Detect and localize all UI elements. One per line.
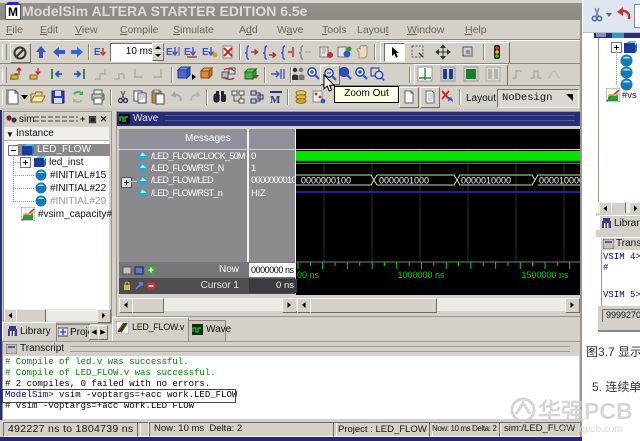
svg-text:E: E (202, 47, 209, 58)
svg-text:1000000 ns: 1000000 ns (397, 270, 445, 280)
svg-text:0000010000: 0000010000 (461, 176, 511, 186)
svg-text:0000000100: 0000000100 (301, 176, 351, 186)
svg-text:华强PCB: 华强PCB (538, 398, 633, 424)
svg-text:1500000 ns: 1500000 ns (521, 270, 569, 280)
svg-text:0000001000: 0000001000 (379, 176, 429, 186)
svg-text:E: E (166, 47, 173, 58)
svg-text:00 ns: 00 ns (297, 270, 320, 280)
svg-text:M: M (270, 94, 281, 105)
svg-text:0000100000: 0000100000 (539, 176, 581, 186)
svg-text:www.hqpcb.com: www.hqpcb.com (549, 424, 623, 435)
